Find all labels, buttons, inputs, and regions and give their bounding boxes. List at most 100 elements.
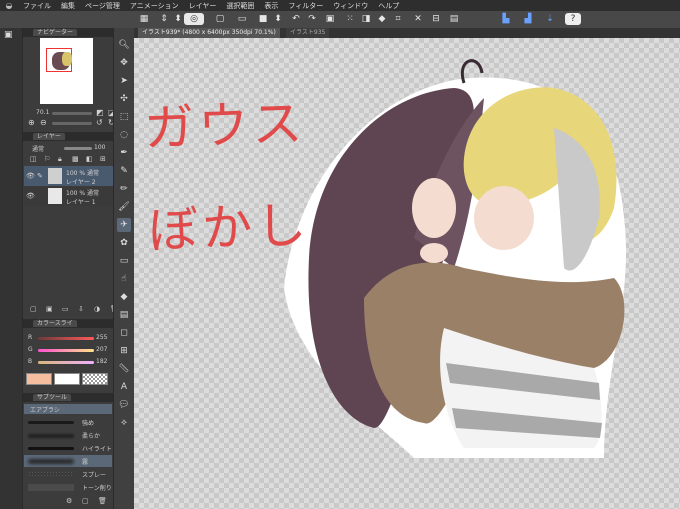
subtool-tab[interactable]: サブツール: [33, 394, 72, 401]
menu-select[interactable]: 選択範囲: [221, 1, 259, 11]
open-file-icon[interactable]: ▭: [236, 13, 248, 25]
green-slider[interactable]: [38, 349, 94, 352]
help-icon[interactable]: ?: [565, 13, 581, 25]
blue-value[interactable]: 182: [96, 358, 107, 365]
blend-mode-select[interactable]: 通常: [32, 144, 44, 153]
zoom-in-icon[interactable]: ⊕: [28, 118, 35, 127]
pen-tool-icon[interactable]: ✎: [117, 164, 131, 178]
layer-tab[interactable]: レイヤー: [33, 133, 65, 140]
red-value[interactable]: 255: [96, 334, 107, 341]
gradient-tool-icon[interactable]: ▤: [117, 308, 131, 322]
menu-filter[interactable]: フィルター: [283, 1, 328, 11]
menu-page[interactable]: ページ管理: [80, 1, 125, 11]
app-logo-icon[interactable]: ◒: [0, 1, 18, 10]
main-color-swatch[interactable]: [26, 373, 52, 385]
save-menu-icon[interactable]: ⬍: [272, 13, 284, 25]
zoom-out-icon[interactable]: ⊖: [40, 118, 47, 127]
zoom-slider[interactable]: [52, 112, 92, 115]
fill-tool-icon[interactable]: ◆: [117, 290, 131, 304]
balloon-tool-icon[interactable]: 💬︎: [117, 398, 131, 412]
special-ruler-snap-icon[interactable]: ▟: [522, 13, 534, 25]
fill-icon[interactable]: ◆: [376, 13, 388, 25]
text-tool-icon[interactable]: A: [117, 380, 131, 394]
zoom-tool-icon[interactable]: 🔍︎: [117, 38, 131, 52]
crop-icon[interactable]: ⌗: [392, 13, 404, 25]
layer-visibility-icon[interactable]: 👁︎: [26, 172, 35, 180]
rotate-left-icon[interactable]: ↺: [96, 118, 103, 127]
subtool-item[interactable]: トーン削り: [24, 481, 112, 493]
tab-document-active[interactable]: イラスト939* (4800 x 6400px 350dpi 70.1%): [138, 28, 280, 38]
ruler-tool-icon[interactable]: 📏︎: [117, 362, 131, 376]
save-icon[interactable]: ■: [257, 13, 269, 25]
tab-document[interactable]: イラスト935: [286, 28, 330, 38]
red-slider[interactable]: [38, 337, 94, 340]
menu-edit[interactable]: 編集: [56, 1, 80, 11]
mask-icon[interactable]: ◑: [94, 305, 100, 313]
new-vector-layer-icon[interactable]: ▣: [46, 305, 53, 313]
subtool-item[interactable]: 強め: [24, 416, 112, 428]
layer-opacity-value[interactable]: 100: [94, 144, 105, 151]
subtool-item[interactable]: スプレー: [24, 468, 112, 480]
subtool-item[interactable]: 柔らか: [24, 429, 112, 441]
paging-icon[interactable]: ⇕: [158, 13, 170, 25]
figure-tool-icon[interactable]: ◻: [117, 326, 131, 340]
layer-name[interactable]: レイヤー 2: [66, 177, 96, 186]
subtool-settings-icon[interactable]: ⚙: [66, 497, 72, 505]
subtool-item[interactable]: ハイライト: [24, 442, 112, 454]
move-tool-icon[interactable]: ✥: [117, 56, 131, 70]
subtool-item-selected[interactable]: 霧: [24, 455, 112, 467]
clear-selection-icon[interactable]: ⁙: [344, 13, 356, 25]
menu-help[interactable]: ヘルプ: [373, 1, 404, 11]
transparent-color-swatch[interactable]: [82, 373, 108, 385]
menu-window[interactable]: ウィンドウ: [328, 1, 373, 11]
subtool-group[interactable]: エアブラシ: [24, 404, 112, 414]
green-value[interactable]: 207: [96, 346, 107, 353]
menu-animation[interactable]: アニメーション: [125, 1, 184, 11]
color-slider-tab[interactable]: カラースライ: [33, 320, 77, 327]
layer-lock-alpha-icon[interactable]: ▩: [72, 155, 79, 163]
sub-color-swatch[interactable]: [54, 373, 80, 385]
pencil-tool-icon[interactable]: ✏: [117, 182, 131, 196]
screen-tone-icon[interactable]: ▤: [448, 13, 460, 25]
rotate-slider[interactable]: [52, 122, 92, 125]
airbrush-tool-icon[interactable]: ✈: [117, 218, 131, 232]
stepper-icon[interactable]: ⬍: [172, 13, 184, 25]
layer-reference-icon[interactable]: ⚐: [44, 155, 50, 163]
frame-tool-icon[interactable]: ⊞: [117, 344, 131, 358]
layer-clip-icon[interactable]: ◫: [30, 155, 37, 163]
navigator-preview[interactable]: [40, 38, 93, 104]
new-folder-icon[interactable]: ▭: [62, 305, 69, 313]
decoration-tool-icon[interactable]: ✿: [117, 236, 131, 250]
new-file-icon[interactable]: ▢: [214, 13, 226, 25]
flip-icon[interactable]: ⊟: [430, 13, 442, 25]
lasso-tool-icon[interactable]: ◌: [117, 128, 131, 142]
transform-icon[interactable]: ✕: [412, 13, 424, 25]
redo-icon[interactable]: ↷: [306, 13, 318, 25]
layer-mask-icon[interactable]: ◧: [86, 155, 93, 163]
navigator-panel-icon[interactable]: ▣: [4, 30, 13, 40]
subtool-delete-icon[interactable]: 🗑︎: [98, 497, 107, 505]
navigator-tab[interactable]: ナビゲーター: [33, 29, 78, 36]
move-layer-tool-icon[interactable]: ✣: [117, 92, 131, 106]
eraser-tool-icon[interactable]: ▭: [117, 254, 131, 268]
menu-layer[interactable]: レイヤー: [184, 1, 222, 11]
blue-slider[interactable]: [38, 361, 94, 364]
blend-tool-icon[interactable]: ☝: [117, 272, 131, 286]
drawing-canvas[interactable]: ガウス ぼかし: [134, 38, 680, 509]
subtool-copy-icon[interactable]: ▢: [82, 497, 89, 505]
grid-icon[interactable]: ▦: [138, 13, 150, 25]
menu-view[interactable]: 表示: [259, 1, 283, 11]
new-raster-layer-icon[interactable]: ▢: [30, 305, 37, 313]
menu-file[interactable]: ファイル: [18, 1, 56, 11]
layer-visibility-icon[interactable]: 👁︎: [26, 192, 35, 200]
layer-ruler-icon[interactable]: ⊞: [100, 155, 106, 163]
merge-down-icon[interactable]: ⇩: [78, 305, 84, 313]
eyedropper-tool-icon[interactable]: ✒: [117, 146, 131, 160]
selection-tool-icon[interactable]: ⬚: [117, 110, 131, 124]
layer-name[interactable]: レイヤー 1: [66, 197, 96, 206]
operation-tool-icon[interactable]: ➤: [117, 74, 131, 88]
undo-icon[interactable]: ↶: [290, 13, 302, 25]
invert-selection-icon[interactable]: ◨: [360, 13, 372, 25]
delete-icon[interactable]: ▣: [324, 13, 336, 25]
navigator-flip-icon[interactable]: ◩: [96, 108, 104, 117]
